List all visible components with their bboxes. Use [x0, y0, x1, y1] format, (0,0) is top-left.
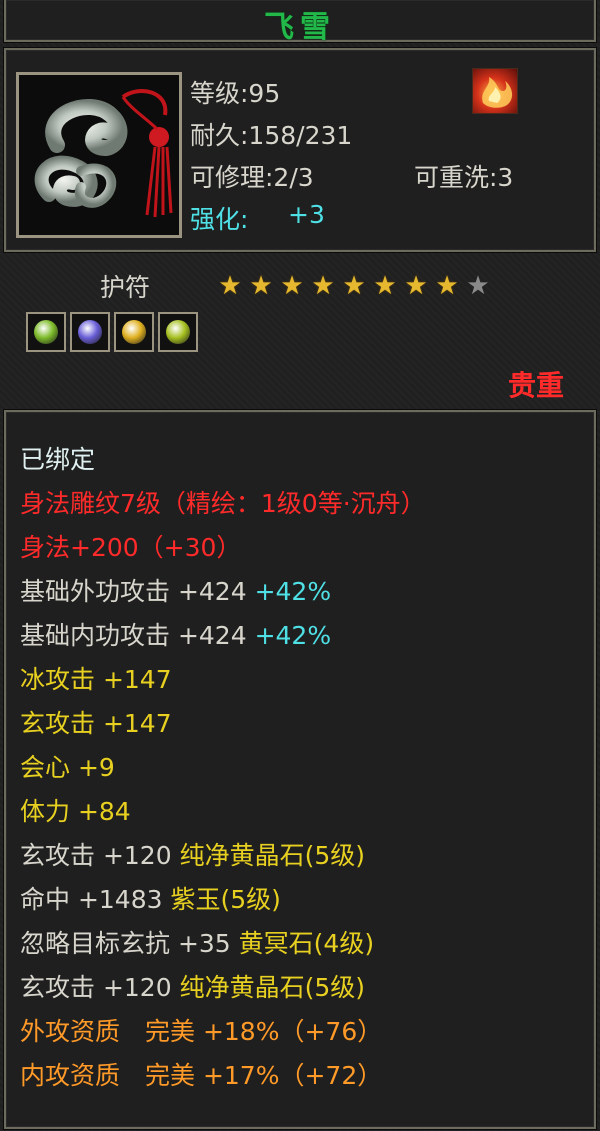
slot-label: 护符: [100, 273, 151, 302]
int-attack-pct: +42%: [254, 621, 332, 650]
stamina-line: 体力 +84: [20, 797, 131, 826]
fire-skill-icon: [472, 68, 518, 114]
attribute-panel: 已绑定 身法雕纹7级（精绘：1级0等·沉舟） 身法+200（+30） 基础外功攻…: [4, 410, 596, 1129]
bound-status: 已绑定: [20, 445, 96, 474]
gem-slot-icon[interactable]: [114, 312, 154, 352]
gem-line: 玄攻击 +120 纯净黄晶石(5级): [20, 834, 586, 878]
int-attack-line: 基础内功攻击 +424 +42%: [20, 614, 586, 658]
xuan-attack-line: 玄攻击 +147: [20, 709, 172, 738]
item-level: 等级:95: [190, 79, 281, 108]
gem-line-stat: 忽略目标玄抗 +35: [20, 929, 231, 958]
gem-line-stat: 玄攻击 +120: [20, 841, 172, 870]
gem-line-gem: 黄冥石(4级): [238, 929, 375, 958]
rarity-label: 贵重: [507, 369, 564, 402]
star-filled-icon: ★: [249, 271, 273, 301]
gem-slot-icon[interactable]: [70, 312, 110, 352]
star-empty-icon: ★: [466, 271, 490, 301]
gem-line: 玄攻击 +120 纯净黄晶石(5级): [20, 966, 586, 1010]
gem-line: 命中 +1483 紫玉(5级): [20, 878, 586, 922]
gem-line-stat: 命中 +1483: [20, 885, 163, 914]
star-filled-icon: ★: [218, 271, 242, 301]
ext-attack-line: 基础外功攻击 +424 +42%: [20, 570, 586, 614]
gem-line-stat: 玄攻击 +120: [20, 973, 172, 1002]
gem-line-gem: 纯净黄晶石(5级): [179, 841, 365, 870]
jade-ornament-icon: [19, 75, 179, 235]
ext-quality-line: 外攻资质 完美 +18%（+76）: [20, 1017, 383, 1046]
title-bar: 飞雪: [4, 0, 596, 45]
gem-slot-icon[interactable]: [26, 312, 66, 352]
star-rating: ★ ★ ★ ★ ★ ★ ★ ★ ★: [216, 272, 492, 300]
item-enhance-label: 强化:: [190, 205, 249, 234]
gem-line-gem: 紫玉(5级): [170, 885, 281, 914]
int-quality-line: 内攻资质 完美 +17%（+72）: [20, 1061, 383, 1090]
star-filled-icon: ★: [404, 271, 428, 301]
ice-attack-line: 冰攻击 +147: [20, 665, 172, 694]
star-filled-icon: ★: [280, 271, 304, 301]
gem-line-gem: 纯净黄晶石(5级): [179, 973, 365, 1002]
crit-line: 会心 +9: [20, 753, 115, 782]
item-enhance-value: +3: [288, 200, 325, 229]
item-portrait: [16, 72, 182, 238]
ext-attack-pct: +42%: [254, 577, 332, 606]
gem-line: 忽略目标玄抗 +35 黄冥石(4级): [20, 922, 586, 966]
item-rewash: 可重洗:3: [414, 163, 514, 192]
engrave-line: 身法雕纹7级（精绘：1级0等·沉舟）: [20, 489, 426, 518]
star-filled-icon: ★: [435, 271, 459, 301]
item-repairable: 可修理:2/3: [190, 163, 314, 192]
star-filled-icon: ★: [342, 271, 366, 301]
ext-attack-label: 基础外功攻击 +424: [20, 577, 247, 606]
agility-line: 身法+200（+30）: [20, 533, 242, 562]
int-attack-label: 基础内功攻击 +424: [20, 621, 247, 650]
star-filled-icon: ★: [311, 271, 335, 301]
gem-slot-icon[interactable]: [158, 312, 198, 352]
gem-slots: [26, 312, 198, 352]
star-filled-icon: ★: [373, 271, 397, 301]
item-name: 飞雪: [264, 10, 336, 45]
item-info-panel: 等级:95 耐久:158/231 可修理:2/3 可重洗:3 强化: +3: [4, 48, 596, 252]
item-durability: 耐久:158/231: [190, 121, 353, 150]
